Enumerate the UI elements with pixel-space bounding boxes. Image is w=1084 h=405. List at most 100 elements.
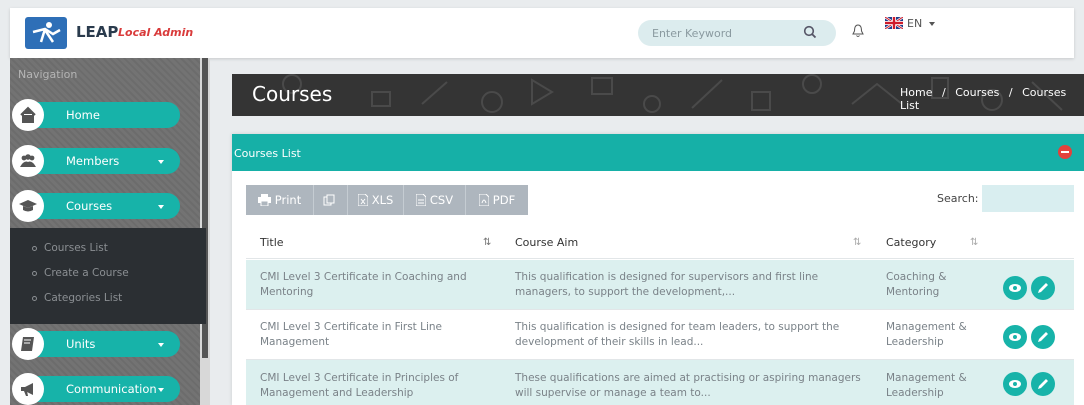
keyword-search-input[interactable] [652, 25, 792, 41]
chevron-down-icon [158, 343, 164, 347]
printer-icon [257, 194, 271, 206]
bullet-icon [32, 296, 37, 301]
table-divider [246, 258, 1074, 259]
breadcrumb-separator: / [1008, 86, 1013, 99]
row-aim-line: development of their skills in lead... [515, 336, 704, 348]
row-title-line: Management and Leadership [260, 387, 414, 399]
home-icon-wrap [12, 99, 44, 131]
search-icon[interactable] [803, 25, 817, 39]
communication-icon-wrap [12, 373, 44, 405]
table-search-input[interactable] [982, 185, 1074, 212]
column-category[interactable]: Category [886, 236, 936, 249]
nav-section-label: Navigation [18, 68, 78, 81]
bell-icon[interactable] [852, 24, 864, 38]
breadcrumb: Home / Courses / Courses List [900, 86, 1084, 112]
collapse-panel-button[interactable] [1058, 145, 1072, 159]
row-aim-line: This qualification is designed for team … [515, 321, 840, 333]
column-title[interactable]: Title [260, 236, 284, 249]
row-category-line: Management & [886, 321, 967, 333]
row-title-line: CMI Level 3 Certificate in Coaching and [260, 271, 467, 283]
copy-button[interactable] [314, 185, 348, 215]
pencil-icon [1038, 379, 1048, 389]
panel-header [232, 134, 1084, 171]
column-course-aim[interactable]: Course Aim [515, 236, 578, 249]
row-category: Coaching & Mentoring [886, 270, 946, 300]
sidebar-item-home[interactable]: Home [12, 99, 180, 131]
courses-submenu: Courses List Create a Course Categories … [10, 228, 206, 324]
row-title: CMI Level 3 Certificate in Principles of… [260, 371, 458, 401]
row-aim: This qualification is designed for team … [515, 320, 839, 350]
members-icon-wrap [12, 145, 44, 177]
pdf-label: PDF [492, 193, 516, 207]
pdf-button[interactable]: PDF [466, 185, 528, 215]
sort-asc-icon[interactable]: ⇅ [483, 237, 491, 248]
chevron-down-icon[interactable] [929, 22, 935, 26]
edit-button[interactable] [1031, 276, 1055, 300]
chevron-down-icon [158, 160, 164, 164]
pencil-icon [1038, 332, 1048, 342]
members-icon [20, 154, 36, 167]
breadcrumb-courses[interactable]: Courses [955, 86, 999, 99]
panel-title: Courses List [234, 147, 301, 160]
uk-flag-icon[interactable] [885, 17, 903, 29]
logo[interactable] [25, 17, 67, 49]
file-pdf-icon [478, 194, 489, 206]
row-aim-line: These qualifications are aimed at practi… [515, 372, 861, 384]
sidebar-item-label: Communication [66, 382, 157, 396]
sidebar-item-communication[interactable]: Communication [12, 373, 180, 405]
sidebar-item-label: Members [66, 154, 120, 168]
file-excel-icon [357, 194, 368, 206]
row-aim-line: This qualification is designed for super… [515, 271, 819, 283]
edit-button[interactable] [1031, 325, 1055, 349]
view-button[interactable] [1003, 372, 1027, 396]
language-selector[interactable]: EN [907, 17, 922, 30]
units-icon-wrap [12, 328, 44, 360]
row-category: Management & Leadership [886, 320, 967, 350]
row-category: Management & Leadership [886, 371, 967, 401]
row-aim-line: will supervise or manage a team to... [515, 387, 711, 399]
sidebar-item-label: Home [66, 108, 100, 122]
edit-button[interactable] [1031, 372, 1055, 396]
csv-button[interactable]: CSV [404, 185, 466, 215]
copy-icon [323, 194, 334, 206]
sidebar-item-courses[interactable]: Courses [12, 190, 180, 222]
megaphone-icon [21, 383, 33, 396]
sidebar-item-units[interactable]: Units [12, 328, 180, 360]
eye-icon [1009, 380, 1021, 388]
print-button[interactable]: Print [246, 185, 314, 215]
courses-icon-wrap [12, 190, 44, 222]
bullet-icon [32, 246, 37, 251]
row-aim-line: managers, to support the development,... [515, 286, 736, 298]
page-title: Courses [252, 82, 333, 106]
view-button[interactable] [1003, 325, 1027, 349]
keyword-search [638, 20, 836, 46]
book-icon [21, 337, 34, 351]
xls-button[interactable]: XLS [348, 185, 404, 215]
file-text-icon [415, 194, 426, 206]
submenu-courses-list[interactable]: Courses List [44, 242, 108, 254]
eye-icon [1009, 284, 1021, 292]
row-title-line: Mentoring [260, 286, 314, 298]
sidebar-item-members[interactable]: Members [12, 145, 180, 177]
csv-label: CSV [429, 193, 454, 207]
breadcrumb-separator: / [941, 86, 946, 99]
row-category-line: Leadership [886, 336, 944, 348]
chevron-down-icon [158, 388, 164, 392]
row-category-line: Coaching & [886, 271, 947, 283]
row-aim: This qualification is designed for super… [515, 270, 818, 300]
submenu-create-course[interactable]: Create a Course [44, 267, 129, 279]
view-button[interactable] [1003, 276, 1027, 300]
leap-logo-icon [32, 22, 61, 43]
breadcrumb-home[interactable]: Home [900, 86, 932, 99]
submenu-categories-list[interactable]: Categories List [44, 292, 122, 304]
sidebar-item-label: Units [66, 337, 96, 351]
table-search-label: Search: [937, 192, 979, 205]
graduation-cap-icon [19, 200, 37, 212]
sort-icon[interactable]: ⇅ [970, 237, 978, 248]
row-title: CMI Level 3 Certificate in First Line Ma… [260, 320, 442, 350]
row-title-line: CMI Level 3 Certificate in Principles of [260, 372, 459, 384]
eye-icon [1009, 333, 1021, 341]
sort-icon[interactable]: ⇅ [853, 237, 861, 248]
row-category-line: Management & [886, 372, 967, 384]
row-aim: These qualifications are aimed at practi… [515, 371, 861, 401]
